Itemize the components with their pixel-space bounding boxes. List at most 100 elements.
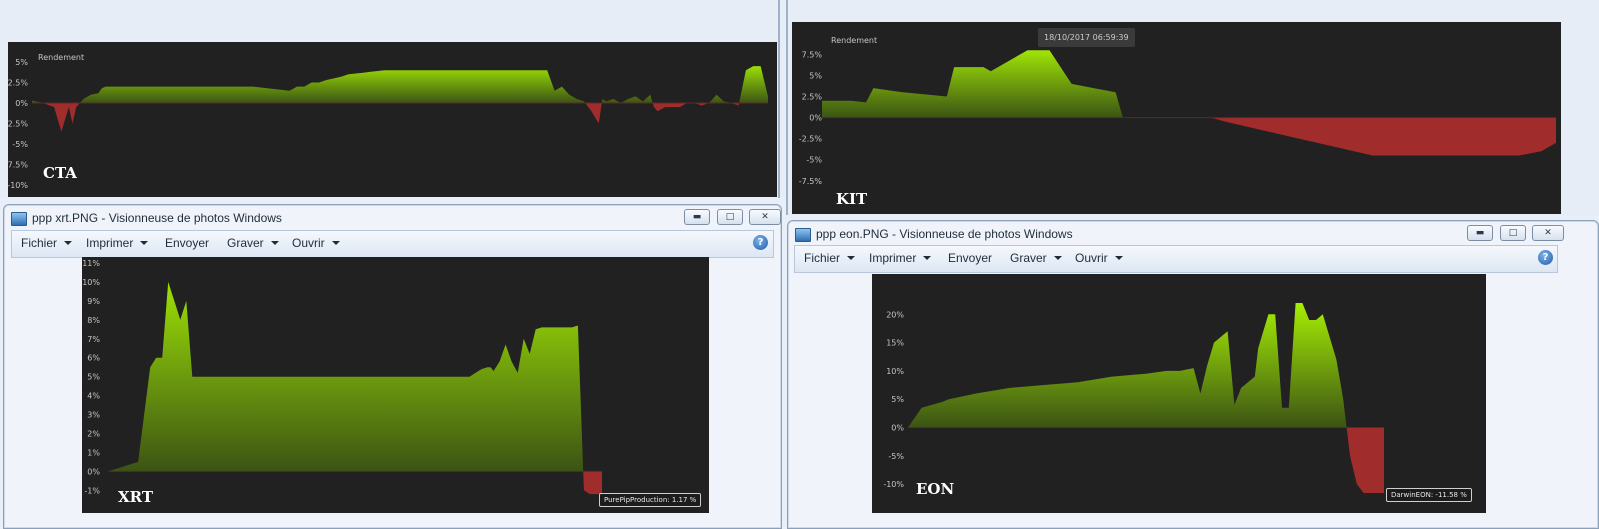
maximize-icon: □: [725, 212, 735, 222]
minimize-icon: ▬: [1475, 228, 1485, 238]
close-icon: ✕: [761, 212, 769, 222]
y-tick-label: 2.5%: [8, 79, 28, 88]
menu-graver[interactable]: Graver: [1010, 251, 1062, 265]
menu-imprimer[interactable]: Imprimer: [869, 251, 932, 265]
menu-label: Imprimer: [86, 236, 134, 250]
menu-imprimer[interactable]: Imprimer: [86, 236, 149, 250]
y-tick-label: -2.5%: [799, 135, 823, 144]
chevron-down-icon: [1114, 256, 1123, 260]
eon-positive-area: [908, 303, 1347, 428]
window-title: ppp xrt.PNG - Visionneuse de photos Wind…: [32, 211, 282, 225]
series-tooltip: PurePipProduction: 1.17 %: [599, 493, 702, 507]
y-tick-label: -5%: [806, 156, 822, 165]
y-tick-label: 1%: [87, 448, 100, 457]
y-tick-label: 10%: [886, 367, 904, 376]
y-tick-label: 11%: [82, 259, 100, 268]
menu-label: Ouvrir: [1075, 251, 1108, 265]
y-tick-label: 5%: [809, 71, 822, 80]
y-tick-label: 0%: [15, 99, 28, 108]
menu-ouvrir[interactable]: Ouvrir: [292, 236, 340, 250]
y-tick-label: 2%: [87, 429, 100, 438]
maximize-button[interactable]: □: [717, 209, 743, 225]
menu-ouvrir[interactable]: Ouvrir: [1075, 251, 1123, 265]
cta-positive-area: [32, 66, 768, 103]
menu-bar: Fichier Imprimer Envoyer Graver Ouvrir ?: [794, 245, 1558, 273]
y-tick-label: 7%: [87, 335, 100, 344]
y-tick-label: 0%: [891, 423, 904, 432]
timestamp-tooltip: 18/10/2017 06:59:39: [1038, 28, 1135, 47]
chart-name-label: CTA: [43, 164, 77, 182]
help-icon[interactable]: ?: [753, 235, 768, 250]
title-bar[interactable]: ppp xrt.PNG - Visionneuse de photos Wind…: [4, 205, 781, 231]
y-tick-label: 7.5%: [802, 50, 823, 59]
window-border: [786, 0, 788, 215]
menu-label: Graver: [227, 236, 264, 250]
minimize-icon: ▬: [692, 212, 702, 222]
y-tick-label: 4%: [87, 392, 100, 401]
chevron-down-icon: [331, 241, 340, 245]
menu-graver[interactable]: Graver: [227, 236, 279, 250]
close-button[interactable]: ✕: [749, 209, 781, 225]
y-tick-label: 5%: [891, 395, 904, 404]
chart-name-label: KIT: [836, 190, 868, 208]
y-tick-label: 15%: [886, 339, 904, 348]
y-tick-label: 3%: [87, 411, 100, 420]
menu-envoyer[interactable]: Envoyer: [948, 251, 992, 265]
y-tick-label: -10%: [8, 181, 28, 190]
help-icon[interactable]: ?: [1538, 250, 1553, 265]
cta-chart-plot: 5% 2.5% 0% -2.5% -5% -7.5% -10%: [8, 58, 768, 190]
menu-envoyer[interactable]: Envoyer: [165, 236, 209, 250]
window-border: [778, 0, 780, 198]
photo-viewer-icon: [795, 228, 811, 242]
series-tooltip: DarwinEON: -11.58 %: [1386, 488, 1472, 502]
chevron-down-icon: [64, 241, 73, 245]
menu-label: Ouvrir: [292, 236, 325, 250]
y-tick-label: 8%: [87, 316, 100, 325]
y-tick-label: 2.5%: [802, 93, 823, 102]
y-tick-label: -7.5%: [799, 177, 823, 186]
y-tick-label: 20%: [886, 310, 904, 319]
photo-viewer-icon: [11, 212, 27, 226]
menu-label: Fichier: [21, 236, 58, 250]
chevron-down-icon: [923, 256, 932, 260]
y-tick-label: 0%: [87, 467, 100, 476]
y-tick-label: 5%: [15, 58, 28, 67]
chart-name-label: EON: [916, 480, 955, 498]
y-tick-label: -5%: [888, 452, 904, 461]
y-tick-label: -7.5%: [8, 161, 28, 170]
menu-label: Imprimer: [869, 251, 917, 265]
y-tick-label: 0%: [809, 114, 822, 123]
cta-chart: Rendement 5%2.5%0%-2.5%-5%-7.5%-10% CTA: [8, 42, 777, 197]
y-tick-label: -2.5%: [8, 120, 28, 129]
menu-fichier[interactable]: Fichier: [21, 236, 73, 250]
y-tick-label: 10%: [82, 278, 100, 287]
minimize-button[interactable]: ▬: [1467, 225, 1493, 241]
menu-label: Envoyer: [948, 251, 993, 265]
maximize-button[interactable]: □: [1500, 225, 1526, 241]
eon-chart: 20% 15% 10% 5% 0% -5% -10% DarwinEON: -11.58 %…: [872, 274, 1486, 513]
chart-name-label: XRT: [118, 488, 154, 506]
chevron-down-icon: [270, 241, 279, 245]
menu-label: Fichier: [804, 251, 841, 265]
kit-chart-plot: 7.5% 5% 2.5% 0% -2.5% -5% -7.5%: [799, 50, 1556, 186]
menu-bar: Fichier Imprimer Envoyer Graver Ouvrir ?: [11, 230, 774, 258]
window-title: ppp eon.PNG - Visionneuse de photos Wind…: [816, 227, 1073, 241]
y-tick-label: -1%: [84, 486, 100, 495]
chevron-down-icon: [140, 241, 149, 245]
menu-fichier[interactable]: Fichier: [804, 251, 856, 265]
chevron-down-icon: [847, 256, 856, 260]
xrt-chart: 11% 10% 9% 8% 7% 6% 5% 4% 3% 2% 1% 0% -1% PurePipPro…: [82, 257, 709, 513]
y-tick-label: -5%: [12, 140, 28, 149]
y-tick-label: 6%: [87, 354, 100, 363]
menu-label: Envoyer: [165, 236, 210, 250]
y-tick-label: 9%: [87, 297, 100, 306]
minimize-button[interactable]: ▬: [684, 209, 710, 225]
chevron-down-icon: [1053, 256, 1062, 260]
menu-label: Graver: [1010, 251, 1047, 265]
title-bar[interactable]: ppp eon.PNG - Visionneuse de photos Wind…: [788, 221, 1598, 247]
y-tick-label: -10%: [883, 480, 904, 489]
close-button[interactable]: ✕: [1532, 225, 1564, 241]
kit-chart: Rendement 7.5% 5% 2.5% 0% -2.5% -5% -7.5% 18/1…: [792, 22, 1561, 214]
close-icon: ✕: [1544, 228, 1552, 238]
eon-chart-plot: 20% 15% 10% 5% 0% -5% -10%: [883, 303, 1384, 493]
